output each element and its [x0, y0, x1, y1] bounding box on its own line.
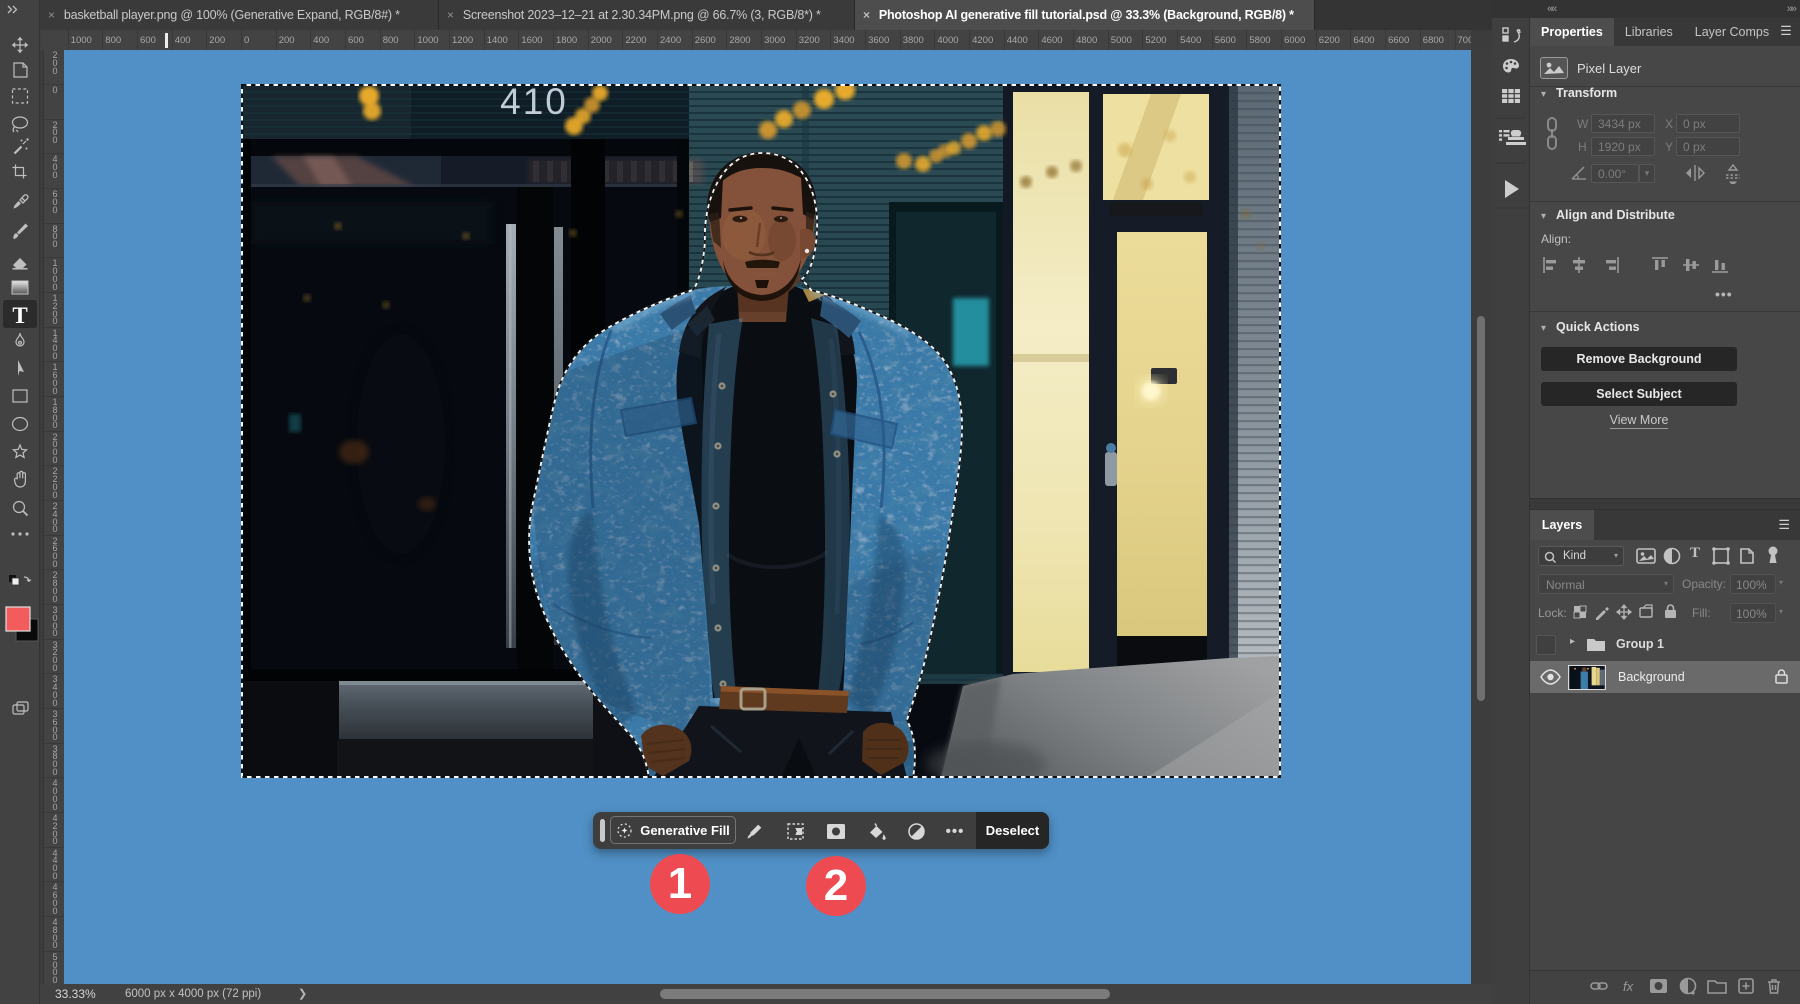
svg-text:fx: fx	[1623, 979, 1634, 994]
svg-text:410: 410	[500, 84, 568, 122]
svg-text:T: T	[12, 303, 27, 328]
